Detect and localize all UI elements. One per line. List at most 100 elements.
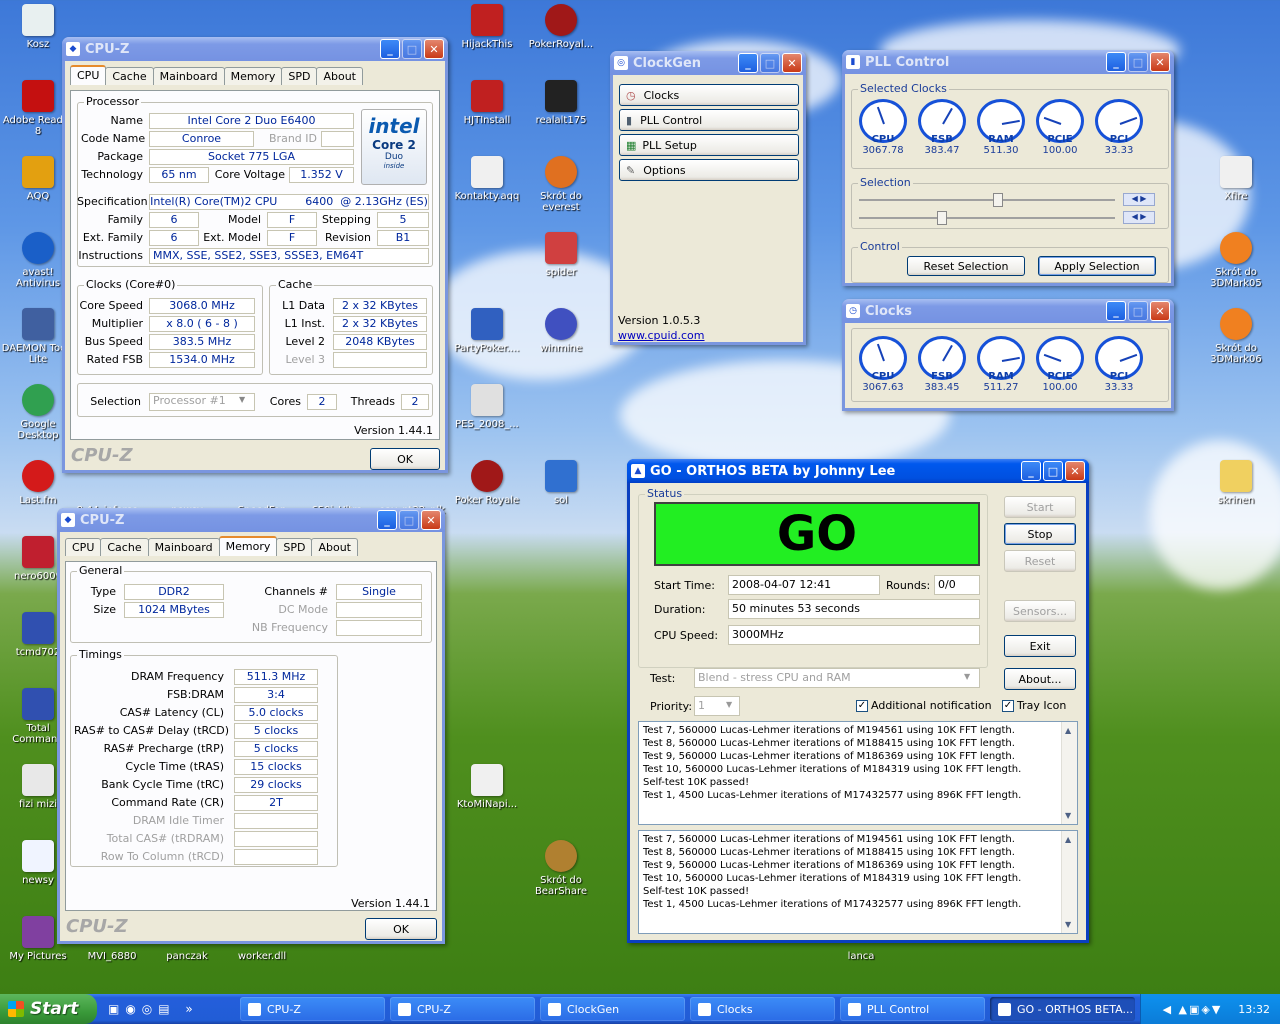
cpuid-link[interactable]: www.cpuid.com [618,329,705,342]
chevron-down-icon[interactable]: ▼ [726,700,732,709]
additional-notification-checkbox[interactable]: ✓ Additional notification [856,699,992,712]
ram-slider-thumb[interactable] [937,211,947,225]
ram-slider-track[interactable] [859,217,1115,219]
tab-memory[interactable]: Memory [223,67,283,85]
cpuz-cpu-window[interactable]: ◆ CPU-Z _ □ ✕ CPU Cache Mainboard Memory… [62,37,448,473]
title-bar[interactable]: ▲ GO - ORTHOS BETA by Johnny Lee _ □ ✕ [627,459,1089,483]
minimize-button[interactable]: _ [1021,461,1041,481]
exit-button[interactable]: Exit [1004,635,1076,657]
fsb-slider-track[interactable] [859,199,1115,201]
desktop-icon-ktominapi[interactable]: KtoMiNapi... [449,764,525,810]
sensors-button[interactable]: Sensors... [1004,600,1076,622]
scrollbar[interactable]: ▲ ▼ [1061,831,1077,933]
ok-button[interactable]: OK [370,448,440,470]
desktop-icon-3dmark05[interactable]: Skrót do 3DMark05 [1198,232,1274,289]
scroll-up-icon[interactable]: ▲ [1065,833,1071,846]
desktop-icon-realalt[interactable]: realalt175 [523,80,599,126]
chevron-down-icon[interactable]: ▼ [964,672,970,681]
desktop-icon-hijackthis[interactable]: HijackThis [449,4,525,50]
tab-about[interactable]: About [316,67,363,85]
gauge-ram[interactable]: RAM 511.27 [977,336,1025,393]
gauge-ram[interactable]: RAM 511.30 [977,99,1025,156]
desktop-icon-xfire[interactable]: Xfire [1198,156,1274,202]
minimize-button[interactable]: _ [380,39,400,59]
ok-button[interactable]: OK [365,918,437,940]
tab-mainboard[interactable]: Mainboard [152,67,225,85]
minimize-button[interactable]: _ [738,53,758,73]
title-bar[interactable]: ◆ CPU-Z _ □ ✕ [57,508,445,532]
stop-button[interactable]: Stop [1004,523,1076,545]
minimize-button[interactable]: _ [377,510,397,530]
spin-buttons-2[interactable]: ◀ ▶ [1123,211,1155,224]
gauge-fsb[interactable]: FSB 383.47 [918,99,966,156]
close-button[interactable]: ✕ [1065,461,1085,481]
minimize-button[interactable]: _ [1106,52,1126,72]
close-button[interactable]: ✕ [1150,301,1170,321]
pll-control-window[interactable]: ▮ PLL Control _ □ ✕ Selected Clocks Sele… [842,50,1174,286]
orthos-window[interactable]: ▲ GO - ORTHOS BETA by Johnny Lee _ □ ✕ S… [627,459,1089,943]
tray-icons[interactable]: ◀ ▲▣◈▼ [1163,1003,1223,1016]
about-button[interactable]: About... [1004,668,1076,690]
desktop-icon-everest[interactable]: Skrót do everest [523,156,599,213]
desktop-icon-winmine[interactable]: winmine [523,308,599,354]
pll-control-button[interactable]: ▮ PLL Control [619,109,799,131]
maximize-button[interactable]: □ [1043,461,1063,481]
log-secondary[interactable]: Test 7, 560000 Lucas-Lehmer iterations o… [638,830,1078,934]
tab-about[interactable]: About [311,538,358,556]
priority-select[interactable]: 1 [694,696,740,716]
taskbar-item-pll-control[interactable]: PLL Control [840,997,985,1021]
gauge-pci[interactable]: PCI 33.33 [1095,99,1143,156]
taskbar-item-clockgen[interactable]: ClockGen [540,997,685,1021]
clocks-window[interactable]: ◷ Clocks _ □ ✕ CPU 3067.63 FSB 383.45 RAM 511… [842,299,1174,411]
taskbar-item-orthos[interactable]: GO - ORTHOS BETA... [990,997,1135,1021]
scroll-down-icon[interactable]: ▼ [1065,918,1071,931]
gauge-pcie[interactable]: PCIE 100.00 [1036,336,1084,393]
log-primary[interactable]: Test 7, 560000 Lucas-Lehmer iterations o… [638,721,1078,825]
taskbar-item-cpuz-2[interactable]: CPU-Z [390,997,535,1021]
close-button[interactable]: ✕ [782,53,802,73]
desktop-icon-kontakty[interactable]: Kontakty.aqq [449,156,525,202]
title-bar[interactable]: ◷ Clocks _ □ ✕ [842,299,1174,323]
start-button[interactable]: Start [0,994,97,1024]
desktop-icon-pes[interactable]: PES_2008_... [449,384,525,430]
gauge-pcie[interactable]: PCIE 100.00 [1036,99,1084,156]
tab-memory[interactable]: Memory [218,536,278,556]
scrollbar[interactable]: ▲ ▼ [1061,722,1077,824]
desktop-icon-poker-royale[interactable]: Poker Royale [449,460,525,506]
tab-cache[interactable]: Cache [105,67,154,85]
minimize-button[interactable]: _ [1106,301,1126,321]
desktop-icon-bearshare[interactable]: Skrót do BearShare [523,840,599,897]
desktop-icon-spider[interactable]: spider [523,232,599,278]
tab-spd[interactable]: SPD [276,538,313,556]
close-button[interactable]: ✕ [424,39,444,59]
title-bar[interactable]: ◆ CPU-Z _ □ ✕ [62,37,448,61]
start-button[interactable]: Start [1004,496,1076,518]
tab-cache[interactable]: Cache [100,538,149,556]
pll-setup-button[interactable]: ▦ PLL Setup [619,134,799,156]
spin-buttons-1[interactable]: ◀ ▶ [1123,193,1155,206]
cpuz-memory-window[interactable]: ◆ CPU-Z _ □ ✕ CPU Cache Mainboard Memory… [57,508,445,944]
scroll-down-icon[interactable]: ▼ [1065,809,1071,822]
test-select[interactable]: Blend - stress CPU and RAM [694,668,980,688]
clockgen-window[interactable]: ◎ ClockGen _ □ ✕ ◷ Clocks ▮ PLL Control ▦ P… [610,51,806,345]
clocks-button[interactable]: ◷ Clocks [619,84,799,106]
tab-spd[interactable]: SPD [281,67,318,85]
quicklaunch-icons[interactable]: ▣◉◎▤ » [108,1002,199,1016]
desktop-icon-sol[interactable]: sol [523,460,599,506]
scroll-up-icon[interactable]: ▲ [1065,724,1071,737]
gauge-pci[interactable]: PCI 33.33 [1095,336,1143,393]
taskbar-item-clocks[interactable]: Clocks [690,997,835,1021]
reset-selection-button[interactable]: Reset Selection [907,256,1025,276]
title-bar[interactable]: ◎ ClockGen _ □ ✕ [610,51,806,75]
apply-selection-button[interactable]: Apply Selection [1038,256,1156,276]
title-bar[interactable]: ▮ PLL Control _ □ ✕ [842,50,1174,74]
desktop-icon-hjtinstall[interactable]: HJTInstall [449,80,525,126]
chevron-down-icon[interactable]: ▼ [239,395,245,404]
gauge-fsb[interactable]: FSB 383.45 [918,336,966,393]
taskbar-item-cpuz-1[interactable]: CPU-Z [240,997,385,1021]
fsb-slider-thumb[interactable] [993,193,1003,207]
reset-button[interactable]: Reset [1004,550,1076,572]
tab-mainboard[interactable]: Mainboard [147,538,220,556]
tab-cpu[interactable]: CPU [65,538,102,556]
close-button[interactable]: ✕ [1150,52,1170,72]
